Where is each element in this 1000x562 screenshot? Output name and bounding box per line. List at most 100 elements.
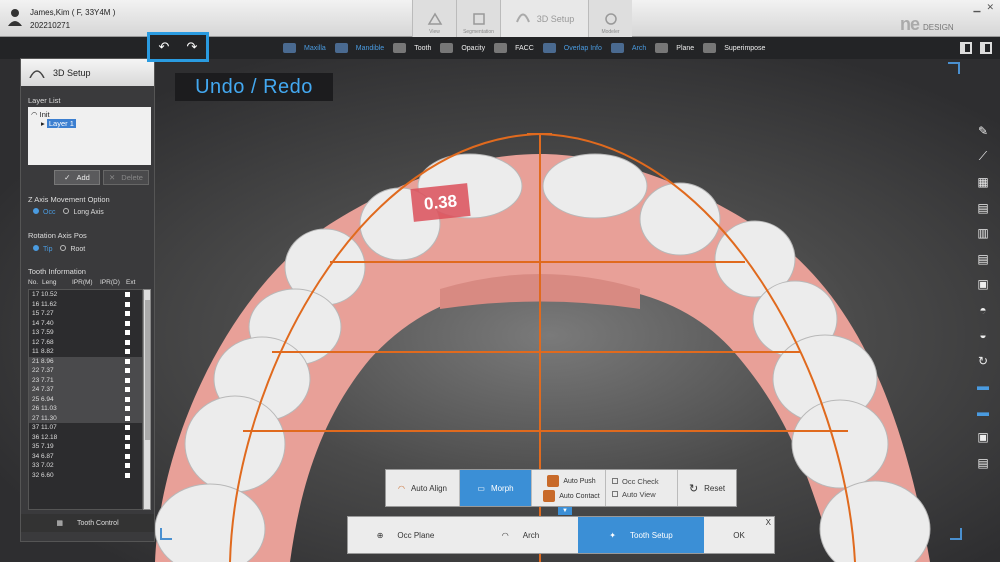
- arch-view-icon[interactable]: ▤: [975, 201, 991, 215]
- auto-push-button[interactable]: Auto Push: [547, 474, 596, 487]
- layout-single-icon[interactable]: [960, 42, 972, 54]
- delete-layer-button[interactable]: ✕ Delete: [103, 170, 149, 185]
- table-row[interactable]: 23 7.71: [29, 375, 142, 385]
- ok-button[interactable]: OK: [704, 517, 774, 553]
- toolbar-opacity[interactable]: Opacity: [440, 43, 485, 53]
- table-row[interactable]: 11 8.82: [29, 347, 142, 357]
- ruler-icon[interactable]: ⟋: [975, 149, 991, 164]
- lower-jaw-icon[interactable]: ▤: [975, 252, 991, 266]
- print-icon[interactable]: ▣: [975, 430, 991, 444]
- auto-align-button[interactable]: ◠ Auto Align: [386, 470, 460, 506]
- tab-3d-setup[interactable]: 3D Setup: [500, 0, 588, 37]
- extract-checkbox[interactable]: [125, 406, 130, 412]
- auto-view-checkbox[interactable]: Auto View: [612, 490, 656, 499]
- toolbar-maxilla[interactable]: Maxilla: [283, 43, 326, 53]
- extract-checkbox[interactable]: [125, 444, 130, 450]
- table-row[interactable]: 17 10.52: [29, 290, 142, 300]
- extract-checkbox[interactable]: [125, 330, 130, 336]
- step-occ-plane[interactable]: ⊕ Occ Plane: [348, 517, 463, 553]
- z-axis-occ-option[interactable]: Occ: [33, 208, 55, 216]
- tab-segmentation[interactable]: Segmentation: [456, 0, 500, 37]
- table-row[interactable]: 25 6.94: [29, 394, 142, 404]
- undo-icon[interactable]: ↶: [159, 39, 170, 55]
- layer-1[interactable]: ▸ Layer 1: [31, 119, 148, 128]
- table-row[interactable]: 21 8.96: [29, 356, 142, 366]
- toolbar-facc[interactable]: FACC: [494, 43, 534, 53]
- layer-list[interactable]: ◠ Init ▸ Layer 1: [28, 107, 151, 165]
- extract-checkbox[interactable]: [125, 425, 130, 431]
- table-row[interactable]: 26 11.03: [29, 404, 142, 414]
- tooth-list[interactable]: 17 10.52 16 11.62 15 7.27 14 7.40 13 7.59 12 7.68 11…: [28, 289, 143, 510]
- extract-checkbox[interactable]: [125, 387, 130, 393]
- table-row[interactable]: 16 11.62: [29, 300, 142, 310]
- rotate-icon[interactable]: ↻: [975, 354, 991, 368]
- extract-checkbox[interactable]: [125, 377, 130, 383]
- table-row[interactable]: 27 11.30: [29, 413, 142, 423]
- extract-checkbox[interactable]: [125, 453, 130, 459]
- extract-checkbox[interactable]: [125, 463, 130, 469]
- grid-icon[interactable]: ▦: [975, 175, 991, 189]
- auto-contact-button[interactable]: Auto Contact: [543, 489, 600, 502]
- lower-teeth-icon[interactable]: ▬: [975, 405, 991, 419]
- tab-view[interactable]: View: [412, 0, 456, 37]
- table-row[interactable]: 36 12.18: [29, 433, 142, 443]
- upper-teeth-icon[interactable]: ▬: [975, 379, 991, 393]
- minimize-icon[interactable]: ▁: [974, 2, 981, 13]
- extract-checkbox[interactable]: [125, 301, 130, 307]
- layer-init[interactable]: ◠ Init: [31, 110, 148, 119]
- occ-check-checkbox[interactable]: Occ Check: [612, 477, 659, 486]
- upper-arch-icon[interactable]: ◓: [975, 303, 991, 317]
- toolbar-plane[interactable]: Plane: [655, 43, 694, 53]
- extract-checkbox[interactable]: [125, 292, 130, 298]
- scroll-thumb[interactable]: [145, 300, 150, 440]
- table-row[interactable]: 13 7.59: [29, 328, 142, 338]
- toolbar-tooth[interactable]: Tooth: [393, 43, 431, 53]
- collapse-chevron-icon[interactable]: ▼: [558, 507, 572, 515]
- close-icon[interactable]: X: [766, 518, 771, 527]
- toolbar-mandible[interactable]: Mandible: [334, 43, 384, 53]
- table-row[interactable]: 33 7.02: [29, 461, 142, 471]
- step-tooth-setup[interactable]: ✦ Tooth Setup: [578, 517, 704, 553]
- toolbar-arch[interactable]: Arch: [610, 43, 646, 53]
- table-row[interactable]: 24 7.37: [29, 385, 142, 395]
- table-row[interactable]: 15 7.27: [29, 309, 142, 319]
- redo-icon[interactable]: ↷: [187, 39, 198, 55]
- layout-split-icon[interactable]: [980, 42, 992, 54]
- lower-arch-icon[interactable]: ◒: [975, 328, 991, 342]
- extract-checkbox[interactable]: [125, 349, 130, 355]
- jaw-both-icon[interactable]: ▣: [975, 277, 991, 291]
- close-window-icon[interactable]: ✕: [986, 2, 994, 13]
- extract-checkbox[interactable]: [125, 339, 130, 345]
- extract-checkbox[interactable]: [125, 396, 130, 402]
- extract-checkbox[interactable]: [125, 358, 130, 364]
- extract-checkbox[interactable]: [125, 311, 130, 317]
- table-row[interactable]: 37 11.07: [29, 423, 142, 433]
- add-layer-button[interactable]: ✓ Add: [54, 170, 100, 185]
- table-row[interactable]: 32 6.60: [29, 471, 142, 481]
- tooth-list-scrollbar[interactable]: [143, 289, 151, 510]
- upper-jaw-icon[interactable]: ▥: [975, 226, 991, 240]
- table-row[interactable]: 35 7.19: [29, 442, 142, 452]
- pencil-icon[interactable]: ✎: [975, 124, 991, 138]
- tooth-number: 12: [32, 338, 40, 346]
- tab-modeler[interactable]: Modeler: [588, 0, 632, 37]
- table-row[interactable]: 14 7.40: [29, 319, 142, 329]
- extract-checkbox[interactable]: [125, 472, 130, 478]
- extract-checkbox[interactable]: [125, 415, 130, 421]
- toolbar-overlap-info[interactable]: Overlap Info: [542, 43, 602, 53]
- table-row[interactable]: 12 7.68: [29, 338, 142, 348]
- extract-checkbox[interactable]: [125, 320, 130, 326]
- table-row[interactable]: 22 7.37: [29, 366, 142, 376]
- z-axis-long-option[interactable]: Long Axis: [63, 208, 104, 216]
- extract-checkbox[interactable]: [125, 368, 130, 374]
- rotation-tip-option[interactable]: Tip: [33, 245, 52, 253]
- export-icon[interactable]: ▤: [975, 456, 991, 470]
- extract-checkbox[interactable]: [125, 434, 130, 440]
- tooth-control-button[interactable]: ▦ Tooth Control: [21, 514, 154, 532]
- rotation-root-option[interactable]: Root: [60, 245, 85, 253]
- reset-button[interactable]: ↻ Reset: [678, 470, 736, 506]
- step-arch[interactable]: ◠ Arch: [463, 517, 578, 553]
- toolbar-superimpose[interactable]: Superimpose: [703, 43, 765, 53]
- morph-button[interactable]: ▭ Morph: [460, 470, 532, 506]
- table-row[interactable]: 34 6.87: [29, 452, 142, 462]
